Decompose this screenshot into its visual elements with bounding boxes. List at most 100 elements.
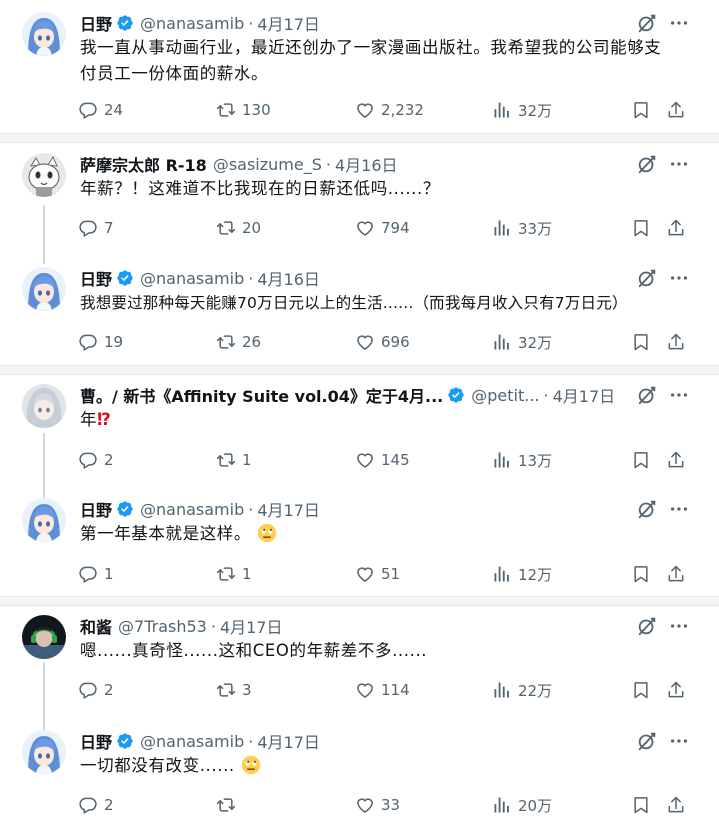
bookmark-icon: [631, 564, 651, 584]
like-button[interactable]: 51: [355, 562, 400, 586]
heart-icon: [355, 218, 375, 238]
bookmark-button[interactable]: [631, 330, 651, 354]
tweet-date[interactable]: 4月17日: [553, 383, 616, 407]
author-name[interactable]: 日野: [80, 497, 112, 521]
avatar[interactable]: [22, 153, 66, 197]
reply-button[interactable]: 2: [78, 793, 114, 817]
reply-button[interactable]: 1: [78, 562, 114, 586]
bookmark-button[interactable]: [631, 448, 651, 472]
like-button[interactable]: 794: [355, 216, 410, 240]
views-button[interactable]: 32万: [492, 330, 552, 354]
views-button[interactable]: 33万: [492, 216, 552, 240]
tweet-date[interactable]: 4月17日: [257, 497, 320, 521]
like-count: 2,232: [381, 101, 424, 119]
grok-icon[interactable]: [636, 615, 658, 637]
reply-button[interactable]: 7: [78, 216, 114, 240]
reply-button[interactable]: 19: [78, 330, 123, 354]
share-button[interactable]: [666, 330, 686, 354]
share-button[interactable]: [666, 562, 686, 586]
share-button[interactable]: [666, 98, 686, 122]
retweet-button[interactable]: 20: [216, 216, 261, 240]
author-handle[interactable]: @nanasamib: [140, 14, 244, 33]
share-button[interactable]: [666, 216, 686, 240]
reply-button[interactable]: 2: [78, 448, 114, 472]
reply-count: 19: [104, 333, 124, 351]
more-options-icon[interactable]: [668, 615, 690, 637]
like-button[interactable]: 114: [355, 678, 410, 702]
author-handle[interactable]: @sasizume_S: [213, 155, 322, 174]
action-bar: 1 1 51 12万: [78, 562, 693, 586]
bookmark-button[interactable]: [631, 793, 651, 817]
avatar[interactable]: [22, 384, 66, 428]
author-name[interactable]: 日野: [80, 11, 112, 35]
grok-icon[interactable]: [636, 153, 658, 175]
like-button[interactable]: 2,232: [355, 98, 424, 122]
grok-icon[interactable]: [636, 12, 658, 34]
tweet-date[interactable]: 4月17日: [257, 729, 320, 753]
tweet-date[interactable]: 4月16日: [335, 152, 398, 176]
author-handle[interactable]: @nanasamib: [140, 500, 244, 519]
views-button[interactable]: 22万: [492, 678, 552, 702]
views-button[interactable]: 12万: [492, 562, 552, 586]
share-button[interactable]: [666, 793, 686, 817]
author-name[interactable]: 和酱: [80, 614, 112, 638]
bookmark-button[interactable]: [631, 98, 651, 122]
like-button[interactable]: 696: [355, 330, 410, 354]
tweet-date[interactable]: 4月17日: [257, 11, 320, 35]
author-name[interactable]: 日野: [80, 266, 112, 290]
tweet-date[interactable]: 4月16日: [257, 266, 320, 290]
more-options-icon[interactable]: [668, 153, 690, 175]
author-handle[interactable]: @7Trash53: [118, 617, 207, 636]
share-button[interactable]: [666, 678, 686, 702]
author-name[interactable]: 日野: [80, 729, 112, 753]
views-button[interactable]: 13万: [492, 448, 552, 472]
author-handle[interactable]: @nanasamib: [140, 269, 244, 288]
reply-button[interactable]: 2: [78, 678, 114, 702]
more-options-icon[interactable]: [668, 498, 690, 520]
share-icon: [666, 332, 686, 352]
heart-icon: [355, 450, 375, 470]
retweet-icon: [216, 332, 236, 352]
views-button[interactable]: 32万: [492, 98, 552, 122]
retweet-icon: [216, 795, 236, 815]
grok-icon[interactable]: [636, 730, 658, 752]
bookmark-button[interactable]: [631, 562, 651, 586]
avatar[interactable]: [22, 267, 66, 311]
reply-count: 2: [104, 796, 114, 814]
like-button[interactable]: 33: [355, 793, 400, 817]
author-name[interactable]: 曹。/ 新书《Affinity Suite vol.04》定于4月...: [80, 383, 443, 407]
like-button[interactable]: 145: [355, 448, 410, 472]
avatar[interactable]: [22, 730, 66, 774]
retweet-button[interactable]: 3: [216, 678, 252, 702]
author-handle[interactable]: @petit...: [471, 386, 539, 405]
views-button[interactable]: 20万: [492, 793, 552, 817]
bookmark-button[interactable]: [631, 678, 651, 702]
more-options-icon[interactable]: [668, 730, 690, 752]
bookmark-button[interactable]: [631, 216, 651, 240]
avatar[interactable]: [22, 615, 66, 659]
more-options-icon[interactable]: [668, 384, 690, 406]
retweet-button[interactable]: 1: [216, 562, 252, 586]
reply-count: 7: [104, 219, 114, 237]
more-options-icon[interactable]: [668, 267, 690, 289]
retweet-button[interactable]: 1: [216, 448, 252, 472]
author-name[interactable]: 萨摩宗太郎 R-18: [80, 152, 207, 176]
bookmark-icon: [631, 450, 651, 470]
grok-icon[interactable]: [636, 267, 658, 289]
share-button[interactable]: [666, 448, 686, 472]
grok-icon[interactable]: [636, 498, 658, 520]
retweet-button[interactable]: 26: [216, 330, 261, 354]
retweet-icon: [216, 218, 236, 238]
avatar[interactable]: [22, 12, 66, 56]
separator-dot: ·: [543, 385, 549, 405]
view-count: 32万: [518, 101, 553, 120]
reply-button[interactable]: 24: [78, 98, 123, 122]
retweet-button[interactable]: 130: [216, 98, 271, 122]
grok-icon[interactable]: [636, 384, 658, 406]
more-options-icon[interactable]: [668, 12, 690, 34]
author-handle[interactable]: @nanasamib: [140, 732, 244, 751]
retweet-button[interactable]: [216, 793, 242, 817]
avatar[interactable]: [22, 498, 66, 542]
bookmark-icon: [631, 795, 651, 815]
tweet-date[interactable]: 4月17日: [220, 614, 283, 638]
